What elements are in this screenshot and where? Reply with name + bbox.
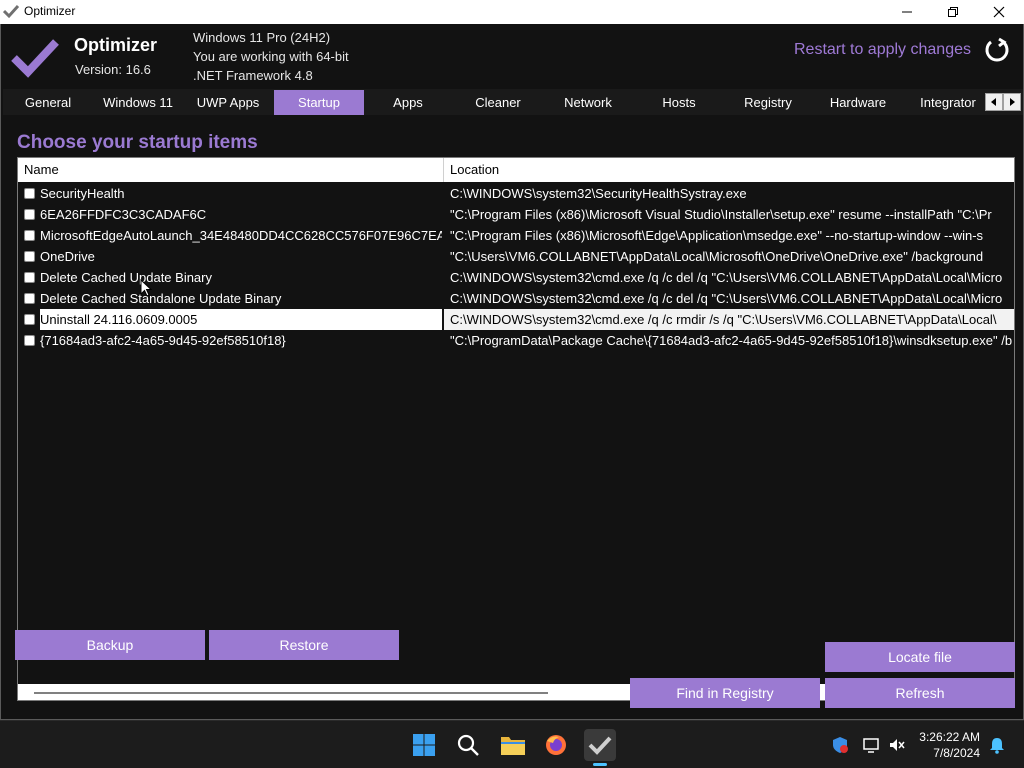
item-name: Delete Cached Standalone Update Binary [40, 291, 282, 306]
item-name: {71684ad3-afc2-4a65-9d45-92ef58510f18} [40, 333, 286, 348]
tab-scroll-right-button[interactable] [1003, 93, 1021, 111]
scrollbar-thumb[interactable] [34, 692, 548, 694]
close-icon [993, 6, 1005, 18]
restore-button[interactable] [930, 0, 976, 24]
item-checkbox[interactable] [24, 314, 35, 325]
file-explorer-icon [501, 737, 525, 755]
item-location: C:\WINDOWS\system32\cmd.exe /q /c del /q… [450, 291, 1003, 306]
list-item[interactable]: 6EA26FFDFC3C3CADAF6C "C:\Program Files (… [18, 204, 1014, 225]
item-location: "C:\Program Files (x86)\Microsoft\Edge\A… [450, 228, 984, 243]
list-item[interactable]: {71684ad3-afc2-4a65-9d45-92ef58510f18} "… [18, 330, 1014, 351]
item-checkbox[interactable] [24, 230, 35, 241]
arrow-right-icon [1010, 98, 1015, 106]
tab-scroll-left-button[interactable] [985, 93, 1003, 111]
window-title: Optimizer [24, 4, 76, 18]
firefox-button[interactable] [540, 729, 572, 761]
arch-info: You are working with 64-bit [193, 49, 349, 64]
network-icon[interactable] [862, 736, 880, 754]
active-app-indicator [593, 763, 607, 766]
restart-link[interactable]: Restart to apply changes [794, 41, 971, 59]
windows-security-icon[interactable] [831, 736, 849, 754]
file-explorer-button[interactable] [497, 729, 529, 761]
start-button[interactable] [408, 729, 440, 761]
optimizer-taskbar-button[interactable] [584, 729, 616, 761]
list-item[interactable]: Delete Cached Update Binary C:\WINDOWS\s… [18, 267, 1014, 288]
find-in-registry-button[interactable]: Find in Registry [630, 678, 820, 708]
item-location: C:\WINDOWS\system32\cmd.exe /q /c del /q… [450, 270, 1003, 285]
notification-bell-icon[interactable] [988, 736, 1006, 754]
optimizer-icon [588, 736, 612, 755]
minimize-icon [902, 11, 912, 13]
list-item[interactable]: Delete Cached Standalone Update Binary C… [18, 288, 1014, 309]
system-clock[interactable]: 3:26:22 AM 7/8/2024 [919, 729, 980, 761]
tab-hosts[interactable]: Hosts [634, 90, 724, 115]
item-checkbox[interactable] [24, 188, 35, 199]
search-icon [457, 734, 479, 756]
tab-hardware[interactable]: Hardware [813, 90, 903, 115]
speaker-muted-icon[interactable] [888, 736, 906, 754]
item-name: Delete Cached Update Binary [40, 270, 212, 285]
list-item[interactable]: OneDrive "C:\Users\VM6.COLLABNET\AppData… [18, 246, 1014, 267]
item-checkbox[interactable] [24, 293, 35, 304]
firefox-icon [546, 735, 566, 755]
tab-general[interactable]: General [3, 90, 93, 115]
os-info: Windows 11 Pro (24H2) [193, 30, 331, 45]
list-item[interactable]: MicrosoftEdgeAutoLaunch_34E48480DD4CC628… [18, 225, 1014, 246]
item-checkbox[interactable] [24, 335, 35, 346]
item-location: C:\WINDOWS\system32\cmd.exe /q /c rmdir … [444, 309, 1014, 330]
refresh-button[interactable]: Refresh [825, 678, 1015, 708]
clock-time: 3:26:22 AM [919, 730, 980, 744]
tab-windows-11[interactable]: Windows 11 [93, 90, 183, 115]
tab-apps[interactable]: Apps [363, 90, 453, 115]
taskbar: 3:26:22 AM 7/8/2024 [0, 720, 1024, 768]
list-item[interactable]: SecurityHealth C:\WINDOWS\system32\Secur… [18, 183, 1014, 204]
list-item-selected[interactable]: Uninstall 24.116.0609.0005 C:\WINDOWS\sy… [18, 309, 1014, 330]
close-button[interactable] [976, 0, 1022, 24]
item-location: "C:\Program Files (x86)\Microsoft Visual… [450, 207, 992, 222]
tab-startup[interactable]: Startup [274, 90, 364, 115]
restart-icon[interactable] [983, 36, 1011, 64]
restore-icon [948, 7, 958, 17]
tab-registry[interactable]: Registry [723, 90, 813, 115]
mouse-cursor-icon [140, 279, 152, 297]
windows-start-icon [413, 734, 435, 756]
tab-integrator[interactable]: Integrator [903, 90, 993, 115]
title-bar: Optimizer [0, 0, 1024, 24]
startup-list: Name Location SecurityHealth C:\WINDOWS\… [17, 157, 1015, 701]
app-name: Optimizer [74, 35, 158, 55]
app-version: Version: 16.6 [75, 62, 151, 77]
system-info: Windows 11 Pro (24H2) You are working wi… [193, 28, 349, 85]
section-heading: Choose your startup items [17, 132, 258, 153]
item-location: "C:\Users\VM6.COLLABNET\AppData\Local\Mi… [450, 249, 984, 264]
item-checkbox[interactable] [24, 209, 35, 220]
item-name: OneDrive [40, 249, 95, 264]
item-name: MicrosoftEdgeAutoLaunch_34E48480DD4CC628… [40, 228, 442, 243]
arrow-left-icon [991, 98, 996, 106]
framework-info: .NET Framework 4.8 [193, 68, 313, 83]
column-header-name[interactable]: Name [18, 158, 59, 182]
minimize-button[interactable] [884, 0, 930, 24]
tab-scroll-arrows [985, 93, 1021, 111]
list-header: Name Location [18, 158, 1014, 182]
item-name: SecurityHealth [40, 186, 125, 201]
item-location: "C:\ProgramData\Package Cache\{71684ad3-… [450, 333, 1013, 348]
column-header-location[interactable]: Location [444, 158, 499, 182]
clock-date: 7/8/2024 [933, 746, 980, 760]
item-location: C:\WINDOWS\system32\SecurityHealthSystra… [450, 186, 747, 201]
item-checkbox[interactable] [24, 272, 35, 283]
checkmark-logo-icon [11, 39, 59, 78]
backup-button[interactable]: Backup [15, 630, 205, 660]
item-name: 6EA26FFDFC3C3CADAF6C [40, 207, 207, 222]
checkmark-app-icon [3, 4, 19, 19]
tab-bar: General Windows 11 UWP Apps Startup Apps… [3, 89, 1023, 115]
restore-button[interactable]: Restore [209, 630, 399, 660]
tab-cleaner[interactable]: Cleaner [453, 90, 543, 115]
tab-uwp-apps[interactable]: UWP Apps [183, 90, 273, 115]
taskbar-search-button[interactable] [452, 729, 484, 761]
item-name: Uninstall 24.116.0609.0005 [40, 309, 442, 330]
main-window: Optimizer Version: 16.6 Windows 11 Pro (… [0, 24, 1024, 720]
item-checkbox[interactable] [24, 251, 35, 262]
tab-network[interactable]: Network [543, 90, 633, 115]
locate-file-button[interactable]: Locate file [825, 642, 1015, 672]
